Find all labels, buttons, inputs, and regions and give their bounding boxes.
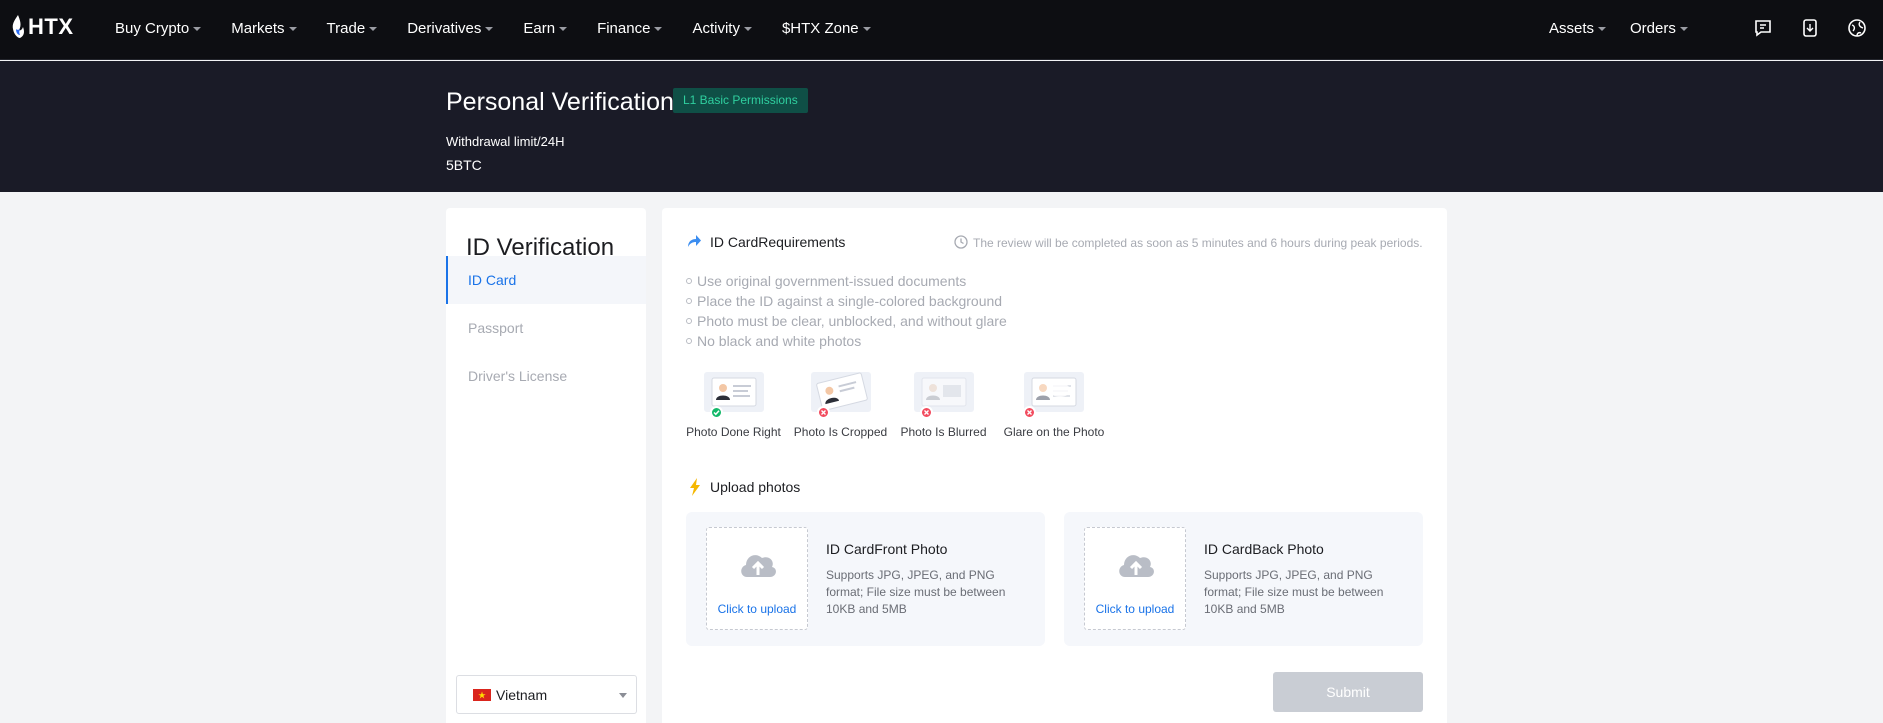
example-photo-blurred: Photo Is Blurred — [896, 372, 991, 439]
example-glare: Glare on the Photo — [999, 372, 1109, 439]
download-app-icon[interactable] — [1799, 17, 1821, 39]
requirements-title: ID CardRequirements — [710, 234, 846, 250]
error-x-icon — [817, 406, 830, 419]
level-badge: L1 Basic Permissions — [673, 88, 808, 113]
review-time-note: The review will be completed as soon as … — [973, 236, 1423, 250]
page-title: Personal Verification — [446, 88, 674, 116]
requirement-text: Photo must be clear, unblocked, and with… — [697, 313, 1007, 329]
caret-down-icon — [654, 27, 663, 31]
nav-label: Finance — [597, 19, 651, 37]
upload-item-description: Supports JPG, JPEG, and PNG format; File… — [826, 568, 1006, 616]
example-label: Photo Is Blurred — [900, 425, 987, 439]
requirement-text: Place the ID against a single-colored ba… — [697, 293, 1003, 309]
withdrawal-limit-label: Withdrawal limit/24H — [446, 134, 565, 149]
nav-label: Derivatives — [407, 19, 482, 37]
top-nav: HTX Buy Crypto Markets Trade Derivatives… — [0, 0, 1883, 60]
nav-label: Assets — [1549, 19, 1595, 37]
caret-down-icon — [193, 27, 202, 31]
nav-label: Buy Crypto — [115, 19, 190, 37]
example-photo-done-right: Photo Done Right — [686, 372, 781, 439]
example-label: Photo Is Cropped — [793, 425, 888, 439]
upload-section-title: Upload photos — [710, 479, 801, 495]
click-to-upload-link[interactable]: Click to upload — [1085, 602, 1185, 616]
caret-down-icon — [559, 27, 568, 31]
tab-passport[interactable]: Passport — [446, 304, 646, 352]
verification-banner: Personal Verification L1 Basic Permissio… — [0, 61, 1883, 192]
caret-down-icon — [288, 27, 297, 31]
htx-logo[interactable]: HTX — [10, 12, 74, 42]
bullet-icon — [686, 278, 692, 284]
list-item: Place the ID against a single-colored ba… — [686, 291, 1007, 311]
list-item: No black and white photos — [686, 331, 1007, 351]
requirement-text: No black and white photos — [697, 333, 862, 349]
withdrawal-limit-value: 5BTC — [446, 157, 482, 173]
submit-button[interactable]: Submit — [1273, 672, 1423, 712]
lightning-icon — [689, 478, 701, 501]
upload-front-dropzone[interactable]: Click to upload — [706, 527, 808, 630]
country-select[interactable]: Vietnam — [456, 675, 637, 714]
tab-drivers-license[interactable]: Driver's License — [446, 352, 646, 400]
upload-item-title: ID CardBack Photo — [1204, 541, 1324, 557]
language-globe-icon[interactable] — [1846, 17, 1868, 39]
nav-orders[interactable]: Orders — [1630, 20, 1688, 37]
brand-name: HTX — [28, 14, 74, 39]
upload-panel: ID CardRequirements The review will be c… — [662, 208, 1447, 723]
nav-earn[interactable]: Earn — [523, 19, 568, 37]
upload-back-dropzone[interactable]: Click to upload — [1084, 527, 1186, 630]
bullet-icon — [686, 318, 692, 324]
flame-logo-icon — [10, 14, 26, 40]
nav-label: $HTX Zone — [781, 19, 859, 37]
requirements-list: Use original government-issued documents… — [686, 271, 1007, 351]
clock-icon — [954, 235, 968, 254]
nav-assets[interactable]: Assets — [1549, 19, 1607, 37]
upload-back-card: Click to upload ID CardBack Photo Suppor… — [1064, 512, 1423, 646]
requirement-text: Use original government-issued documents — [697, 273, 967, 289]
nav-derivatives[interactable]: Derivatives — [407, 19, 494, 37]
nav-markets[interactable]: Markets — [231, 19, 297, 37]
country-name: Vietnam — [496, 687, 548, 703]
nav-label: Activity — [692, 19, 740, 37]
main-menu: Buy Crypto Markets Trade Derivatives Ear… — [115, 0, 901, 56]
caret-down-icon — [1598, 27, 1607, 31]
nav-trade[interactable]: Trade — [327, 20, 378, 37]
nav-label: Orders — [1630, 19, 1676, 37]
list-item: Use original government-issued documents — [686, 271, 1007, 291]
id-card-sample-icon — [1024, 372, 1084, 412]
message-icon[interactable] — [1752, 17, 1774, 39]
caret-down-icon — [743, 27, 752, 31]
upload-item-description: Supports JPG, JPEG, and PNG format; File… — [1204, 568, 1384, 616]
error-x-icon — [1023, 406, 1036, 419]
check-icon — [710, 406, 723, 419]
nav-label: Markets — [231, 19, 285, 37]
list-item: Photo must be clear, unblocked, and with… — [686, 311, 1007, 331]
nav-htx-zone[interactable]: $HTX Zone — [782, 20, 871, 37]
example-label: Photo Done Right — [686, 425, 781, 439]
bullet-icon — [686, 338, 692, 344]
nav-finance[interactable]: Finance — [597, 19, 663, 37]
id-type-sidebar: ID Verification ID Card Passport Driver'… — [446, 208, 646, 723]
nav-buy-crypto[interactable]: Buy Crypto — [115, 19, 202, 37]
cloud-upload-icon — [1115, 545, 1157, 586]
upload-item-title: ID CardFront Photo — [826, 541, 948, 557]
account-menu: Assets Orders — [1549, 0, 1712, 56]
cloud-upload-icon — [737, 545, 779, 586]
caret-down-icon — [1679, 27, 1688, 31]
error-x-icon — [920, 406, 933, 419]
caret-down-icon — [485, 27, 494, 31]
caret-down-icon — [862, 27, 871, 31]
example-label: Glare on the Photo — [1003, 425, 1105, 439]
tab-id-card[interactable]: ID Card — [446, 256, 646, 304]
click-to-upload-link[interactable]: Click to upload — [707, 602, 807, 616]
nav-label: Trade — [326, 19, 366, 37]
vietnam-flag-icon — [473, 689, 491, 701]
upload-front-card: Click to upload ID CardFront Photo Suppo… — [686, 512, 1045, 646]
bullet-icon — [686, 298, 692, 304]
arrow-share-icon — [686, 233, 702, 254]
caret-down-icon — [369, 27, 378, 31]
chevron-down-icon — [619, 693, 627, 698]
example-photo-cropped: Photo Is Cropped — [793, 372, 888, 439]
nav-label: Earn — [523, 19, 556, 37]
nav-activity[interactable]: Activity — [692, 20, 752, 37]
